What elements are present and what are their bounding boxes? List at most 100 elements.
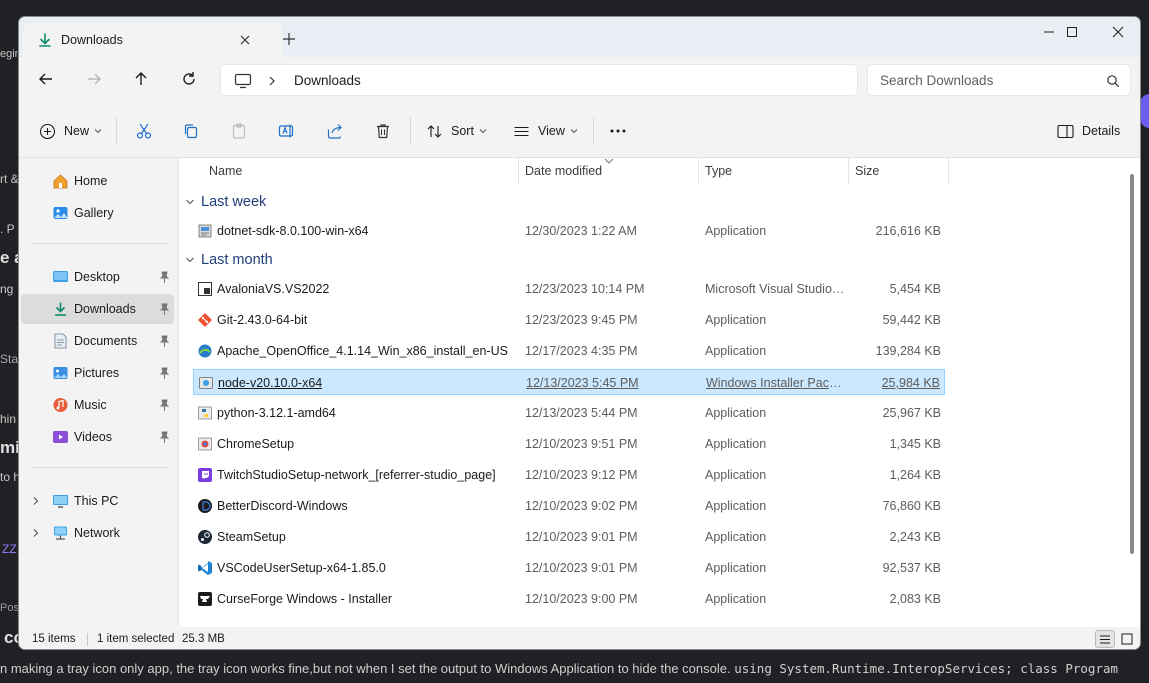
pin-icon[interactable] — [159, 335, 170, 347]
bg-fragment: rt & — [0, 172, 19, 186]
copy-button[interactable] — [182, 120, 200, 142]
sort-label: Sort — [451, 124, 474, 138]
bg-fragment: . P — [0, 222, 15, 236]
selection-size: 25.3 MB — [182, 633, 225, 645]
file-row[interactable]: TwitchStudioSetup-network_[referrer-stud… — [193, 462, 945, 488]
address-bar[interactable]: Downloads — [220, 64, 858, 96]
bg-fragment: Pos — [0, 602, 19, 614]
share-button[interactable] — [326, 120, 344, 142]
file-row[interactable]: Git-2.43.0-64-bit 12/23/2023 9:45 PM App… — [193, 307, 945, 333]
file-row[interactable]: BetterDiscord-Windows 12/10/2023 9:02 PM… — [193, 493, 945, 519]
nav-item-videos[interactable]: Videos — [21, 422, 174, 452]
pin-icon[interactable] — [159, 303, 170, 315]
delete-button[interactable] — [374, 120, 392, 142]
forward-arrow-icon[interactable] — [84, 69, 104, 89]
pin-icon[interactable] — [159, 367, 170, 379]
nav-item-music[interactable]: Music — [21, 390, 174, 420]
status-separator — [87, 633, 88, 646]
paste-button[interactable] — [230, 120, 248, 142]
file-row[interactable]: ChromeSetup 12/10/2023 9:51 PM Applicati… — [193, 431, 945, 457]
sort-button[interactable]: Sort — [426, 120, 487, 142]
nav-item-gallery[interactable]: Gallery — [21, 198, 174, 228]
new-button[interactable]: New — [39, 120, 102, 142]
file-type: Microsoft Visual Studio ... — [705, 282, 845, 296]
group-label: Last month — [201, 252, 273, 268]
tiles-view-button[interactable] — [1117, 630, 1137, 648]
pin-icon[interactable] — [159, 271, 170, 283]
nav-item-pictures[interactable]: Pictures — [21, 358, 174, 388]
nav-label: Home — [74, 174, 108, 188]
column-divider[interactable] — [848, 158, 849, 184]
plus-icon[interactable] — [281, 31, 297, 47]
rename-button[interactable] — [278, 120, 296, 142]
pin-icon[interactable] — [159, 399, 170, 411]
nav-item-documents[interactable]: Documents — [21, 326, 174, 356]
column-header-size[interactable]: Size — [855, 164, 879, 178]
search-input[interactable] — [880, 71, 1100, 89]
close-window-button[interactable] — [1095, 17, 1140, 47]
music-icon — [53, 398, 68, 412]
curseforge-icon — [198, 592, 212, 606]
column-divider[interactable] — [948, 158, 949, 184]
file-date: 12/10/2023 9:51 PM — [525, 437, 638, 451]
betterdiscord-icon — [198, 499, 212, 513]
group-header-last-week[interactable]: Last week — [185, 192, 266, 212]
pin-icon[interactable] — [159, 431, 170, 443]
file-row[interactable]: VSCodeUserSetup-x64-1.85.0 12/10/2023 9:… — [193, 555, 945, 581]
group-header-last-month[interactable]: Last month — [185, 250, 273, 270]
nav-separator — [31, 243, 167, 244]
file-name: AvaloniaVS.VS2022 — [217, 282, 330, 296]
view-button[interactable]: View — [513, 120, 578, 142]
search-box[interactable] — [867, 64, 1131, 96]
rename-icon — [278, 124, 294, 138]
file-size: 1,264 KB — [889, 468, 941, 482]
column-header-date[interactable]: Date modified — [525, 164, 602, 178]
close-icon[interactable] — [237, 32, 253, 48]
file-name: Apache_OpenOffice_4.1.14_Win_x86_install… — [217, 344, 508, 358]
title-bar: Downloads — [19, 17, 1140, 57]
breadcrumb[interactable]: Downloads — [294, 73, 361, 88]
refresh-icon[interactable] — [179, 69, 199, 89]
bg-fragment: to h — [0, 470, 21, 484]
more-options-button[interactable] — [609, 120, 627, 142]
file-row[interactable]: dotnet-sdk-8.0.100-win-x64 12/30/2023 1:… — [193, 218, 945, 244]
nav-item-this-pc[interactable]: This PC — [21, 486, 174, 516]
toolbar-divider — [410, 117, 411, 145]
details-pane-button[interactable]: Details — [1057, 120, 1120, 142]
file-row[interactable]: SteamSetup 12/10/2023 9:01 PM Applicatio… — [193, 524, 945, 550]
download-arrow-icon — [39, 33, 51, 47]
maximize-icon — [1067, 27, 1077, 37]
file-date: 12/17/2023 4:35 PM — [525, 344, 638, 358]
file-row[interactable]: Apache_OpenOffice_4.1.14_Win_x86_install… — [193, 338, 945, 364]
file-row-selected[interactable]: node-v20.10.0-x64 12/13/2023 5:45 PM Win… — [193, 369, 945, 395]
file-size: 92,537 KB — [882, 561, 941, 575]
nav-item-network[interactable]: Network — [21, 518, 174, 548]
file-size: 25,967 KB — [882, 406, 941, 420]
chevron-right-icon[interactable] — [31, 496, 41, 506]
column-header-name[interactable]: Name — [209, 164, 242, 178]
details-view-button[interactable] — [1095, 630, 1115, 648]
column-header-type[interactable]: Type — [705, 164, 732, 178]
file-row[interactable]: AvaloniaVS.VS2022 12/23/2023 10:14 PM Mi… — [193, 276, 945, 302]
file-date: 12/10/2023 9:12 PM — [525, 468, 638, 482]
nav-item-desktop[interactable]: Desktop — [21, 262, 174, 292]
nav-item-home[interactable]: Home — [21, 166, 174, 196]
tab-downloads[interactable]: Downloads — [23, 23, 283, 57]
maximize-button[interactable] — [1049, 17, 1095, 47]
column-divider[interactable] — [698, 158, 699, 184]
group-label: Last week — [201, 194, 267, 210]
view-list-icon — [514, 126, 529, 136]
file-row[interactable]: python-3.12.1-amd64 12/13/2023 5:44 PM A… — [193, 400, 945, 426]
chevron-right-icon[interactable] — [31, 528, 41, 538]
nav-item-downloads[interactable]: Downloads — [21, 294, 174, 324]
file-row[interactable]: CurseForge Windows - Installer 12/10/202… — [193, 586, 945, 612]
cut-button[interactable] — [135, 120, 153, 142]
file-type: Windows Installer Packa... — [706, 376, 846, 390]
vertical-scrollbar[interactable] — [1130, 174, 1134, 554]
back-arrow-icon[interactable] — [36, 69, 56, 89]
file-type: Application — [705, 406, 767, 420]
up-arrow-icon[interactable] — [131, 69, 151, 89]
nav-label: Desktop — [74, 270, 120, 284]
file-name: CurseForge Windows - Installer — [217, 592, 393, 606]
column-divider[interactable] — [518, 158, 519, 184]
